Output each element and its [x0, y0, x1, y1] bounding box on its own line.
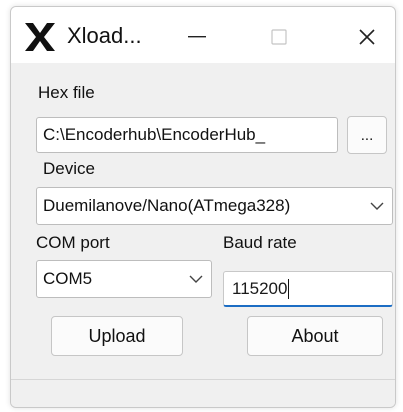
- device-selected-text: Duemilanove/Nano(ATmega328): [43, 196, 291, 215]
- about-button[interactable]: About: [247, 316, 383, 356]
- title-bar[interactable]: Xload...: [11, 7, 395, 63]
- baud-rate-label: Baud rate: [223, 233, 297, 252]
- close-button[interactable]: [339, 15, 395, 59]
- close-icon: [359, 29, 375, 45]
- minimize-icon: [188, 36, 206, 38]
- maximize-icon: [271, 29, 287, 45]
- maximize-button[interactable]: [251, 15, 307, 59]
- device-select[interactable]: Duemilanove/Nano(ATmega328): [36, 187, 393, 225]
- about-button-label: About: [291, 325, 339, 346]
- browse-button-label: ...: [360, 126, 374, 144]
- hex-file-path-text: C:\Encoderhub\EncoderHub_: [43, 125, 266, 144]
- hex-file-path-field[interactable]: C:\Encoderhub\EncoderHub_: [36, 117, 338, 153]
- chevron-down-icon: [370, 202, 384, 210]
- hex-file-label: Hex file: [38, 83, 95, 102]
- upload-button[interactable]: Upload: [51, 316, 183, 356]
- app-x-icon: [25, 23, 55, 51]
- upload-button-label: Upload: [88, 325, 146, 346]
- com-port-selected-text: COM5: [43, 269, 93, 288]
- browse-button[interactable]: ...: [347, 116, 387, 154]
- text-caret: [288, 278, 290, 299]
- com-port-label: COM port: [36, 233, 110, 252]
- chevron-down-icon: [189, 275, 203, 283]
- window-title: Xload...: [67, 23, 142, 48]
- minimize-button[interactable]: [169, 15, 225, 59]
- baud-rate-input[interactable]: 115200: [223, 271, 393, 307]
- xloader-window: Xload... Hex file C:\Encoderhub\EncoderH…: [10, 6, 396, 408]
- device-label: Device: [43, 159, 95, 178]
- status-bar: [11, 379, 395, 407]
- baud-rate-value: 115200: [232, 278, 288, 298]
- com-port-select[interactable]: COM5: [36, 260, 212, 298]
